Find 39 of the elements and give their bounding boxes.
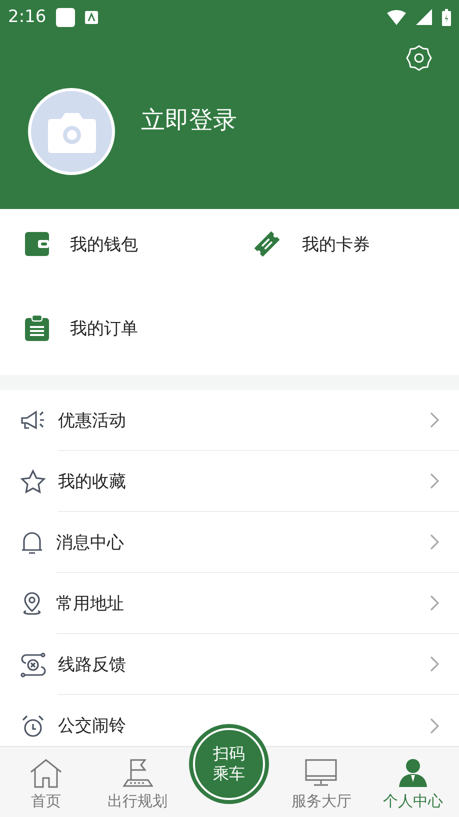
scan-ride-button[interactable]: 扫码 乘车 <box>189 724 269 804</box>
chevron-icon <box>429 473 439 489</box>
menu-item[interactable]: 消息中心 <box>56 530 429 554</box>
login-link[interactable]: 立即登录 <box>141 104 237 136</box>
ticket-icon <box>252 229 282 259</box>
menu-item[interactable]: 常用地址 <box>56 592 429 614</box>
menu-item[interactable]: 线路反馈 <box>58 652 429 676</box>
chevron-icon <box>429 595 439 611</box>
notification-icon <box>56 8 76 26</box>
wallet-icon <box>24 231 50 257</box>
bell-icon <box>20 530 44 556</box>
flag-icon <box>120 758 155 788</box>
chevron-icon <box>429 656 439 672</box>
chevron-icon <box>429 412 439 428</box>
settings-icon[interactable] <box>405 44 433 72</box>
camera-icon <box>46 110 96 152</box>
tab[interactable]: 个人中心 <box>367 747 459 817</box>
chevron-icon <box>429 534 439 550</box>
chevron-icon <box>429 718 439 734</box>
quick-link[interactable]: 我的订单 <box>70 316 138 340</box>
home-icon <box>28 758 63 788</box>
megaphone-icon <box>20 408 46 432</box>
alarm-clock-icon <box>20 714 46 738</box>
route-icon <box>20 652 46 678</box>
notification-icon <box>85 10 98 24</box>
wifi-icon <box>387 10 406 24</box>
monitor-icon <box>304 758 338 788</box>
quick-link[interactable]: 我的卡券 <box>302 232 370 256</box>
tab[interactable]: 服务大厅 <box>275 747 368 817</box>
clipboard-icon <box>24 314 50 342</box>
star-icon <box>20 468 46 494</box>
menu-item[interactable]: 优惠活动 <box>58 408 429 432</box>
menu-item[interactable]: 我的收藏 <box>58 470 429 492</box>
tab[interactable]: 首页 <box>0 747 92 817</box>
tab[interactable]: 出行规划 <box>92 747 184 817</box>
status-time: 2:16 <box>8 7 46 27</box>
signal-icon <box>416 9 432 25</box>
quick-link[interactable]: 我的钱包 <box>70 232 138 256</box>
battery-icon <box>442 8 451 26</box>
